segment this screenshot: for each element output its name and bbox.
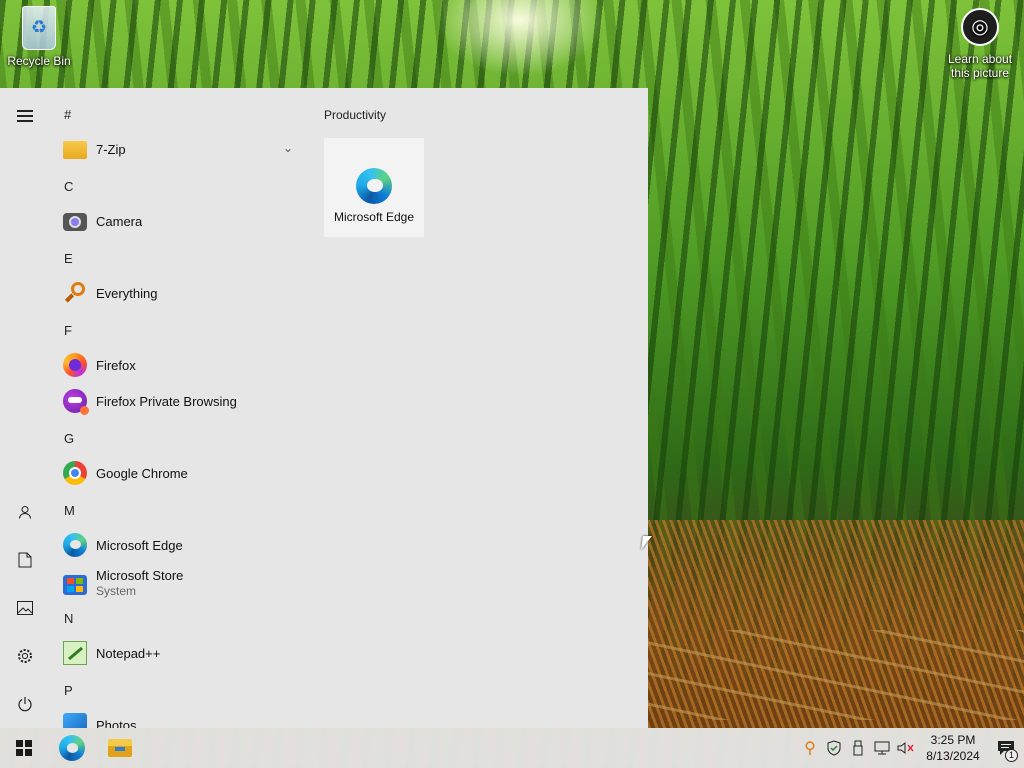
app-microsoft-store[interactable]: Microsoft Store System — [50, 563, 305, 603]
tray-usb-button[interactable] — [846, 728, 870, 768]
learn-label-line1: Learn about — [947, 52, 1013, 66]
app-google-chrome[interactable]: Google Chrome — [50, 455, 305, 491]
app-camera[interactable]: Camera — [50, 203, 305, 239]
volume-muted-icon — [897, 742, 914, 754]
app-microsoft-edge[interactable]: Microsoft Edge — [50, 527, 305, 563]
edge-icon — [63, 533, 87, 557]
section-header-c[interactable]: C — [64, 169, 73, 205]
action-center-button[interactable]: 1 — [988, 728, 1024, 768]
app-label: Notepad++ — [96, 645, 161, 661]
taskbar-file-explorer-button[interactable] — [96, 728, 144, 768]
app-label: 7-Zip — [96, 141, 126, 157]
tray-security-button[interactable] — [822, 728, 846, 768]
start-button[interactable] — [0, 728, 48, 768]
firefox-icon — [63, 353, 87, 377]
app-label: Google Chrome — [96, 465, 188, 481]
section-header-p[interactable]: P — [64, 673, 73, 709]
app-label-group: Microsoft Store System — [96, 568, 183, 598]
chrome-icon — [63, 461, 87, 485]
usb-drive-icon — [853, 740, 863, 756]
folder-icon — [108, 739, 132, 757]
magnifier-icon: ⚲ — [804, 740, 816, 757]
tile-group-title[interactable]: Productivity — [324, 108, 386, 122]
app-sublabel: System — [96, 584, 137, 598]
app-photos[interactable]: Photos — [50, 707, 305, 728]
app-notepadpp[interactable]: Notepad++ — [50, 635, 305, 671]
pictures-button[interactable] — [0, 588, 50, 628]
app-everything[interactable]: Everything — [50, 275, 305, 311]
recycle-bin-label: Recycle Bin — [7, 54, 71, 68]
power-button[interactable] — [0, 684, 50, 724]
recycle-bin-desktop-icon[interactable]: Recycle Bin — [4, 6, 74, 68]
user-icon — [19, 506, 31, 519]
network-icon — [874, 741, 890, 755]
start-left-rail — [0, 88, 50, 728]
recycle-bin-icon — [22, 6, 56, 50]
app-list: # 7-Zip ⌄ C Camera E Everything F Firefo… — [50, 88, 310, 728]
wallpaper-fence — [648, 630, 1024, 720]
taskbar-edge-button[interactable] — [48, 728, 96, 768]
section-header-m[interactable]: M — [64, 493, 75, 529]
camera-icon — [63, 213, 87, 231]
camera-info-icon: ◎ — [961, 8, 999, 46]
taskbar: ⚲ 3:25 PM 8/13/2024 1 — [0, 728, 1024, 768]
clock-date: 8/13/2024 — [926, 749, 980, 763]
app-label: Microsoft Store — [96, 568, 184, 583]
app-label: Firefox — [96, 357, 136, 373]
section-header-g[interactable]: G — [64, 421, 74, 457]
tray-everything-button[interactable]: ⚲ — [798, 728, 822, 768]
app-label: Everything — [96, 285, 158, 301]
app-firefox-private[interactable]: Firefox Private Browsing — [50, 383, 305, 419]
system-tray: ⚲ 3:25 PM 8/13/2024 1 — [798, 728, 1024, 768]
tile-label: Microsoft Edge — [333, 210, 415, 224]
app-7zip[interactable]: 7-Zip ⌄ — [50, 131, 305, 167]
learn-about-picture-desktop-icon[interactable]: ◎ Learn about this picture — [940, 8, 1020, 80]
expand-menu-button[interactable] — [0, 96, 50, 136]
app-firefox[interactable]: Firefox — [50, 347, 305, 383]
power-icon — [18, 697, 32, 712]
settings-button[interactable] — [0, 636, 50, 676]
clock-button[interactable]: 3:25 PM 8/13/2024 — [918, 732, 988, 764]
app-label: Photos — [96, 717, 137, 729]
user-account-button[interactable] — [0, 492, 50, 532]
edge-icon — [356, 168, 392, 204]
tray-network-button[interactable] — [870, 728, 894, 768]
app-label: Camera — [96, 213, 143, 229]
tray-volume-button[interactable] — [894, 728, 918, 768]
section-header-hash[interactable]: # — [64, 97, 71, 133]
tile-microsoft-edge[interactable]: Microsoft Edge — [324, 138, 424, 237]
document-icon — [18, 552, 32, 568]
windows-logo-icon — [16, 740, 32, 756]
magnifier-icon — [63, 281, 87, 305]
firefox-private-icon — [63, 389, 89, 415]
section-header-f[interactable]: F — [64, 313, 72, 349]
edge-icon — [59, 735, 85, 761]
section-header-e[interactable]: E — [64, 241, 73, 277]
notepadpp-icon — [63, 641, 87, 665]
shield-icon — [827, 740, 841, 756]
gear-icon — [18, 649, 32, 663]
hamburger-icon — [17, 115, 33, 117]
section-header-n[interactable]: N — [64, 601, 73, 637]
start-menu: # 7-Zip ⌄ C Camera E Everything F Firefo… — [0, 88, 648, 728]
chevron-down-icon[interactable]: ⌄ — [283, 141, 293, 155]
app-label: Firefox Private Browsing — [96, 393, 237, 409]
photos-icon — [63, 713, 87, 728]
clock-time: 3:25 PM — [930, 733, 976, 747]
app-label: Microsoft Edge — [96, 537, 183, 553]
learn-label-line2: this picture — [950, 66, 1010, 80]
documents-button[interactable] — [0, 540, 50, 580]
folder-icon — [63, 141, 87, 159]
notification-count-badge: 1 — [1005, 749, 1018, 762]
store-icon — [63, 575, 87, 595]
pictures-icon — [17, 601, 33, 615]
